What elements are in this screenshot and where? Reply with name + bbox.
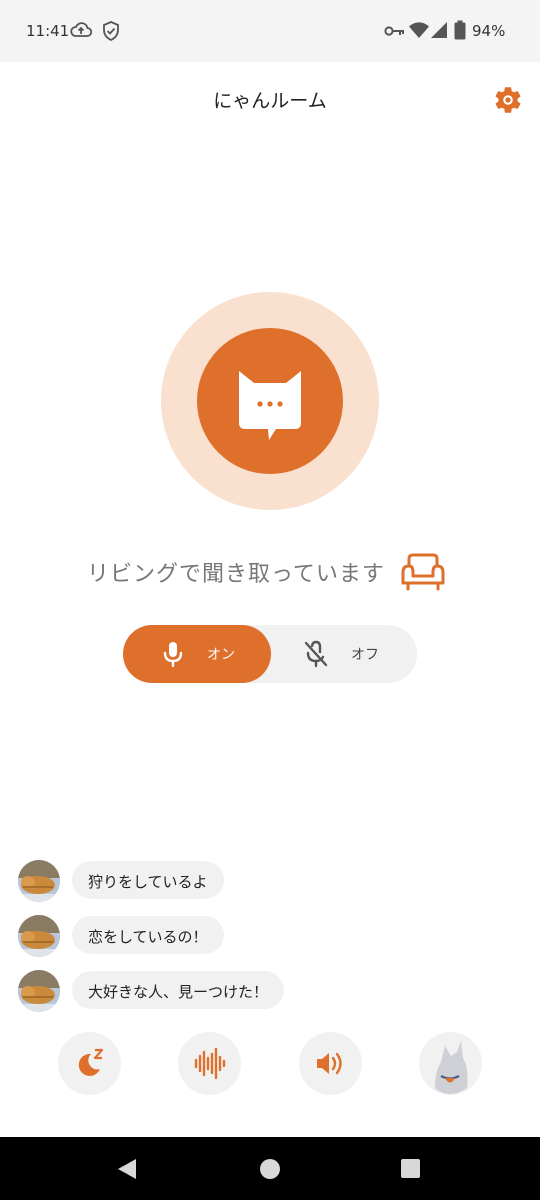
page-title: にゃんルーム — [213, 90, 327, 112]
speaker-icon — [317, 1052, 342, 1075]
cat-avatar — [18, 970, 60, 1012]
cellular-signal-icon — [431, 22, 447, 38]
navigation-bar — [0, 1137, 540, 1200]
mic-off-button[interactable]: オフ — [271, 625, 417, 683]
status-time: 11:41 — [26, 22, 70, 40]
cat-avatar — [18, 860, 60, 902]
cat-profile-button[interactable] — [419, 1032, 482, 1095]
mic-off-label: オフ — [351, 647, 379, 663]
message-bubble: 恋をしているの！ — [72, 916, 224, 954]
message-item: 大好きな人、見ーつけた！ — [18, 970, 298, 1012]
cloud-upload-icon — [70, 22, 92, 37]
sleep-moon-icon — [78, 1048, 104, 1076]
status-bar: 11:41 94% — [0, 0, 540, 62]
battery-percentage: 94% — [472, 22, 506, 40]
home-icon[interactable] — [259, 1158, 281, 1180]
speaker-button[interactable] — [299, 1032, 362, 1095]
gear-icon[interactable] — [492, 84, 524, 116]
back-icon[interactable] — [116, 1157, 138, 1181]
shield-check-icon — [103, 21, 119, 42]
wifi-icon — [409, 22, 429, 38]
microphone-off-icon — [304, 640, 328, 668]
sofa-icon[interactable] — [400, 552, 446, 592]
sound-wave-button[interactable] — [178, 1032, 241, 1095]
cat-profile-icon — [435, 1041, 468, 1094]
mic-toggle: オン オフ — [123, 625, 417, 683]
message-bubble: 大好きな人、見ーつけた！ — [72, 971, 285, 1009]
message-item: 狩りをしているよ — [18, 860, 238, 902]
recents-icon[interactable] — [400, 1158, 421, 1179]
message-bubble: 狩りをしているよ — [72, 861, 224, 899]
mic-on-label: オン — [207, 647, 235, 663]
mic-on-button[interactable]: オン — [123, 625, 271, 683]
cat-speech-bubble-icon — [239, 371, 301, 440]
sound-wave-icon — [194, 1047, 226, 1080]
cat-avatar — [18, 915, 60, 957]
microphone-icon — [163, 642, 183, 668]
sleep-button[interactable] — [58, 1032, 121, 1095]
vpn-key-icon — [384, 26, 404, 36]
battery-icon — [454, 20, 466, 40]
listening-status-text: リビングで聞き取っています — [87, 562, 385, 587]
message-item: 恋をしているの！ — [18, 915, 238, 957]
